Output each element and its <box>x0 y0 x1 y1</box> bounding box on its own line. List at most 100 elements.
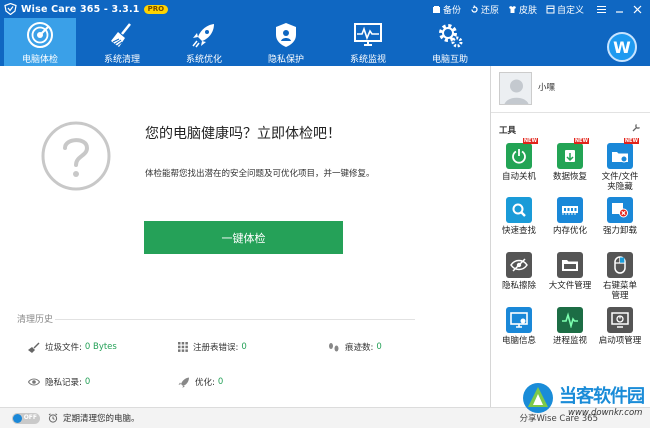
tool-quick-search[interactable]: 快速查找 <box>494 197 544 253</box>
tool-context-menu-label: 右键菜单管理 <box>602 281 637 301</box>
tab-pc-checkup-label: 电脑体检 <box>21 55 58 65</box>
side-panel: 小嘿 工具 NEW 自动关机 NEW 数据恢复 NEW 文件/文件夹隐藏 快速查… <box>490 66 650 407</box>
history-title: 清理历史 <box>17 315 54 325</box>
tool-large-file-label: 大文件管理 <box>548 281 592 291</box>
tab-system-optimize-label: 系统优化 <box>185 55 222 65</box>
backup-icon <box>432 5 440 13</box>
tool-process-monitor-label: 进程监视 <box>552 336 587 346</box>
tool-force-uninstall[interactable]: 强力卸载 <box>595 197 645 253</box>
tab-system-monitor[interactable]: 系统监视 <box>332 18 404 66</box>
big-file-icon <box>562 260 578 271</box>
alarm-clock-icon <box>48 413 58 423</box>
menu-button[interactable] <box>592 0 610 18</box>
tab-system-optimize[interactable]: 系统优化 <box>168 18 240 66</box>
tab-privacy-protect[interactable]: 隐私保护 <box>250 18 322 66</box>
title-bar: Wise Care 365 - 3.3.1 PRO 备份 还原 皮肤 自定义 <box>0 0 650 18</box>
tab-system-cleaner[interactable]: 系统清理 <box>86 18 158 66</box>
backup-button[interactable]: 备份 <box>432 3 461 16</box>
radar-icon <box>27 22 53 48</box>
scheduled-clean-toggle[interactable]: OFF <box>12 412 40 424</box>
tools-title: 工具 <box>499 126 517 136</box>
tool-large-file-tile <box>557 252 583 278</box>
new-badge: NEW <box>623 138 639 144</box>
rocket-small-icon <box>178 377 189 388</box>
broom-small-icon <box>28 342 40 353</box>
tab-pc-checkup[interactable]: 电脑体检 <box>4 18 76 66</box>
tab-pc-assist[interactable]: 电脑互助 <box>414 18 486 66</box>
pc-info-icon <box>510 312 528 328</box>
grid-icon <box>178 342 188 352</box>
tool-auto-shutdown-tile: NEW <box>506 138 538 169</box>
wrench-icon[interactable] <box>632 123 641 132</box>
magnifier-icon <box>512 203 526 217</box>
scheduled-clean-text[interactable]: 定期清理您的电脑。 <box>48 412 140 424</box>
tool-file-hide-tile: NEW <box>607 138 639 169</box>
tool-process-monitor-tile <box>557 307 583 333</box>
stat-junk-files: 垃圾文件: 0 Bytes <box>28 341 117 353</box>
tool-context-menu[interactable]: 右键菜单管理 <box>595 252 645 308</box>
tool-startup-manager[interactable]: 启动项管理 <box>595 307 645 363</box>
tool-privacy-erase[interactable]: 隐私擦除 <box>494 252 544 308</box>
tool-startup-manager-tile <box>607 307 633 333</box>
stat-optimize-value: 0 <box>217 377 224 387</box>
minimize-button[interactable] <box>610 0 628 18</box>
tool-auto-shutdown[interactable]: NEW 自动关机 <box>494 138 544 199</box>
tool-data-recovery[interactable]: NEW 数据恢复 <box>545 138 595 199</box>
watermark-url: www.downkr.com <box>568 408 643 418</box>
eye-erase-icon <box>510 258 528 272</box>
tool-auto-shutdown-label: 自动关机 <box>501 172 536 182</box>
restore-label: 还原 <box>480 5 499 16</box>
rocket-icon <box>192 24 214 48</box>
minimize-icon <box>615 10 623 13</box>
user-profile: 小嘿 <box>491 66 650 113</box>
history-divider <box>55 319 415 320</box>
default-avatar-icon <box>504 79 529 104</box>
data-recovery-icon <box>565 150 575 162</box>
tool-pc-info[interactable]: 电脑信息 <box>494 307 544 363</box>
stat-privacy-label: 隐私记录: <box>45 378 82 388</box>
customize-label: 自定义 <box>556 5 584 16</box>
tool-quick-search-label: 快速查找 <box>501 226 536 236</box>
pro-badge: PRO <box>143 4 169 14</box>
tool-large-file[interactable]: 大文件管理 <box>545 252 595 308</box>
user-name: 小嘿 <box>538 83 556 93</box>
site-watermark: 当客软件园 www.downkr.com <box>518 381 650 428</box>
tool-pc-info-tile <box>506 307 532 333</box>
close-icon <box>633 5 641 13</box>
tool-memory-optimize[interactable]: 内存优化 <box>545 197 595 253</box>
skin-button[interactable]: 皮肤 <box>508 3 537 16</box>
skin-label: 皮肤 <box>518 5 537 16</box>
watermark-text: 当客软件园 <box>559 386 645 407</box>
close-button[interactable] <box>628 0 646 18</box>
tool-file-hide[interactable]: NEW 文件/文件夹隐藏 <box>595 138 645 199</box>
app-logo-icon <box>4 3 17 15</box>
user-avatar-button[interactable]: W <box>607 32 637 62</box>
stat-traces: 痕迹数: 0 <box>328 341 382 353</box>
stat-optimize-label: 优化: <box>195 378 215 388</box>
stat-traces-label: 痕迹数: <box>345 343 374 353</box>
privacy-shield-icon <box>276 23 296 47</box>
app-title: Wise Care 365 - 3.3.1 <box>21 3 140 15</box>
monitor-icon <box>354 23 382 46</box>
one-click-checkup-button[interactable]: 一键体检 <box>144 221 343 254</box>
tool-force-uninstall-label: 强力卸载 <box>602 226 637 236</box>
footprint-icon <box>329 342 339 351</box>
tool-memory-optimize-label: 内存优化 <box>552 226 587 236</box>
skin-icon <box>508 5 516 13</box>
new-badge: NEW <box>573 138 589 144</box>
tool-force-uninstall-tile <box>607 197 633 223</box>
profile-picture[interactable] <box>499 72 532 105</box>
stat-registry-label: 注册表错误: <box>193 343 239 353</box>
tool-data-recovery-label: 数据恢复 <box>552 172 587 182</box>
tab-system-monitor-label: 系统监视 <box>349 55 386 65</box>
customize-button[interactable]: 自定义 <box>546 3 584 16</box>
tab-privacy-protect-label: 隐私保护 <box>267 55 304 65</box>
tool-process-monitor[interactable]: 进程监视 <box>545 307 595 363</box>
tool-privacy-erase-tile <box>506 252 532 278</box>
gear-icon <box>439 24 463 48</box>
tool-startup-manager-label: 启动项管理 <box>598 336 642 346</box>
restore-button[interactable]: 还原 <box>470 3 499 16</box>
question-mark-icon <box>41 121 111 191</box>
tool-quick-search-tile <box>506 197 532 223</box>
process-monitor-icon <box>562 312 578 328</box>
